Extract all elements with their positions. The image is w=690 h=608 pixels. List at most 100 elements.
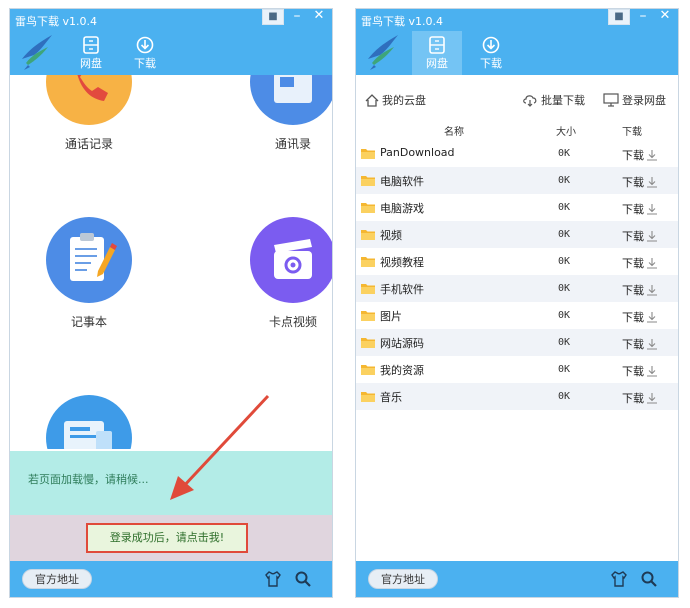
file-size: 0K bbox=[558, 391, 571, 402]
login-confirm-button[interactable]: 登录成功后，请点击我! bbox=[86, 523, 248, 553]
download-circle-icon bbox=[136, 36, 154, 54]
file-row[interactable]: 图片 0K 下载 bbox=[356, 302, 678, 329]
file-row[interactable]: 电脑游戏 0K 下载 bbox=[356, 194, 678, 221]
download-link[interactable]: 下载 bbox=[622, 201, 658, 217]
download-arrow-icon bbox=[647, 150, 657, 161]
file-size: 0K bbox=[558, 148, 571, 159]
menu-icon: ■ bbox=[614, 11, 624, 22]
download-link[interactable]: 下载 bbox=[622, 282, 658, 298]
download-arrow-icon bbox=[647, 258, 657, 269]
notepad-icon bbox=[46, 217, 132, 303]
login-panel: 登录成功后，请点击我! bbox=[10, 515, 332, 563]
minimize-button[interactable]: – bbox=[632, 9, 654, 25]
file-size: 0K bbox=[558, 364, 571, 375]
download-link[interactable]: 下载 bbox=[622, 309, 658, 325]
download-link[interactable]: 下载 bbox=[622, 336, 658, 352]
file-row[interactable]: 手机软件 0K 下载 bbox=[356, 275, 678, 302]
close-button[interactable]: ✕ bbox=[308, 9, 330, 25]
file-name: 我的资源 bbox=[380, 364, 424, 377]
download-arrow-icon bbox=[647, 339, 657, 350]
file-row[interactable]: 我的资源 0K 下载 bbox=[356, 356, 678, 383]
app-item-notepad[interactable]: 记事本 bbox=[44, 217, 134, 330]
app-item-news[interactable] bbox=[44, 395, 134, 449]
tab-pan[interactable]: 网盘 bbox=[412, 31, 462, 75]
tab-pan-label: 网盘 bbox=[80, 57, 102, 70]
app-item-contacts[interactable]: 通讯录 bbox=[248, 75, 332, 152]
download-arrow-icon bbox=[647, 393, 657, 404]
file-name: 电脑游戏 bbox=[380, 202, 424, 215]
search-icon[interactable] bbox=[294, 570, 312, 588]
download-link[interactable]: 下载 bbox=[622, 228, 658, 244]
shirt-icon[interactable] bbox=[264, 570, 282, 588]
batch-download-button[interactable]: 批量下载 bbox=[522, 92, 585, 108]
file-name: 手机软件 bbox=[380, 283, 424, 296]
app-item-call-log[interactable]: 通话记录 bbox=[44, 75, 134, 152]
file-name: 视频教程 bbox=[380, 256, 424, 269]
title-bar: 雷鸟下载 v1.0.4 ■ – ✕ 网盘 下载 bbox=[10, 9, 332, 75]
file-name: 视频 bbox=[380, 229, 402, 242]
file-row[interactable]: 网站源码 0K 下载 bbox=[356, 329, 678, 356]
clapperboard-icon bbox=[250, 217, 332, 303]
folder-icon bbox=[361, 365, 375, 375]
download-link[interactable]: 下载 bbox=[622, 147, 658, 163]
column-size: 大小 bbox=[556, 127, 576, 138]
search-icon[interactable] bbox=[640, 570, 658, 588]
download-arrow-icon bbox=[647, 177, 657, 188]
file-row[interactable]: 电脑软件 0K 下载 bbox=[356, 167, 678, 194]
download-link[interactable]: 下载 bbox=[622, 255, 658, 271]
file-size: 0K bbox=[558, 310, 571, 321]
folder-icon bbox=[361, 203, 375, 213]
title-bar: 雷鸟下载 v1.0.4 ■ – ✕ 网盘 下载 bbox=[356, 9, 678, 75]
file-row[interactable]: 视频 0K 下载 bbox=[356, 221, 678, 248]
file-size: 0K bbox=[558, 337, 571, 348]
my-cloud-button[interactable]: 我的云盘 bbox=[365, 92, 426, 108]
tab-pan[interactable]: 网盘 bbox=[66, 31, 116, 75]
download-label: 下载 bbox=[622, 365, 644, 378]
download-arrow-icon bbox=[647, 231, 657, 242]
file-size: 0K bbox=[558, 229, 571, 240]
contacts-icon bbox=[250, 75, 332, 125]
app-title: 雷鸟下载 v1.0.4 bbox=[361, 15, 443, 28]
download-circle-icon bbox=[482, 36, 500, 54]
official-site-button[interactable]: 官方地址 bbox=[368, 569, 438, 589]
folder-icon bbox=[361, 338, 375, 348]
folder-icon bbox=[361, 392, 375, 402]
column-download: 下载 bbox=[622, 127, 642, 138]
download-link[interactable]: 下载 bbox=[622, 390, 658, 406]
folder-icon bbox=[361, 257, 375, 267]
file-size: 0K bbox=[558, 256, 571, 267]
file-size: 0K bbox=[558, 283, 571, 294]
download-link[interactable]: 下载 bbox=[622, 174, 658, 190]
download-arrow-icon bbox=[647, 204, 657, 215]
file-name: PanDownload bbox=[380, 146, 455, 159]
download-label: 下载 bbox=[622, 149, 644, 162]
footer-bar: 官方地址 bbox=[10, 561, 332, 597]
cloud-download-icon bbox=[523, 95, 537, 107]
app-label: 通话记录 bbox=[64, 137, 113, 151]
file-row[interactable]: PanDownload 0K 下载 bbox=[356, 140, 678, 167]
tab-download[interactable]: 下载 bbox=[120, 31, 170, 75]
folder-icon bbox=[361, 311, 375, 321]
menu-button[interactable]: ■ bbox=[262, 9, 284, 25]
app-label: 通讯录 bbox=[274, 137, 311, 151]
tab-pan-label: 网盘 bbox=[426, 57, 448, 70]
file-row[interactable]: 视频教程 0K 下载 bbox=[356, 248, 678, 275]
menu-button[interactable]: ■ bbox=[608, 9, 630, 25]
cabinet-icon bbox=[83, 36, 99, 54]
download-label: 下载 bbox=[622, 230, 644, 243]
app-item-video[interactable]: 卡点视频 bbox=[248, 217, 332, 330]
minimize-button[interactable]: – bbox=[286, 9, 308, 25]
file-row[interactable]: 音乐 0K 下载 bbox=[356, 383, 678, 410]
batch-download-label: 批量下载 bbox=[541, 94, 585, 107]
download-link[interactable]: 下载 bbox=[622, 363, 658, 379]
tab-download[interactable]: 下载 bbox=[466, 31, 516, 75]
download-label: 下载 bbox=[622, 176, 644, 189]
file-list-header: 名称 大小 下载 bbox=[356, 121, 678, 139]
login-pan-button[interactable]: 登录网盘 bbox=[603, 92, 666, 108]
file-name: 网站源码 bbox=[380, 337, 424, 350]
download-label: 下载 bbox=[622, 284, 644, 297]
close-button[interactable]: ✕ bbox=[654, 9, 676, 25]
shirt-icon[interactable] bbox=[610, 570, 628, 588]
column-name: 名称 bbox=[444, 127, 464, 138]
official-site-button[interactable]: 官方地址 bbox=[22, 569, 92, 589]
